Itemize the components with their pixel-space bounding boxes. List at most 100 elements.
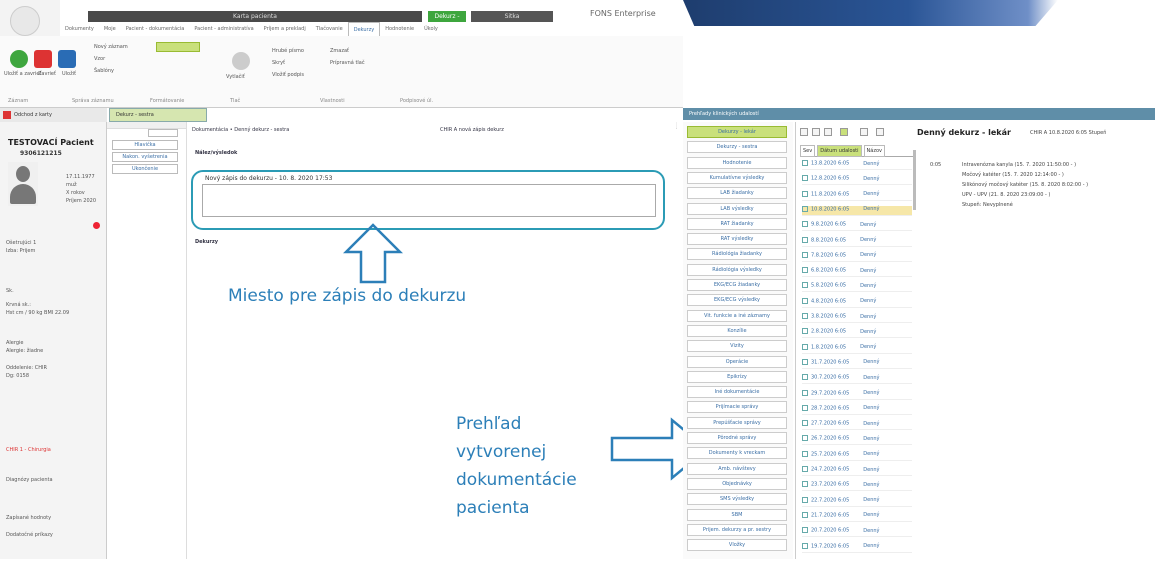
- event-category-item[interactable]: RAT žiadanky: [687, 217, 787, 230]
- event-category-item[interactable]: SMS výsledky: [687, 493, 787, 506]
- detail-title: Denný dekurz - lekár: [917, 128, 1011, 137]
- remove-button[interactable]: Zmazať: [330, 48, 349, 54]
- table-row[interactable]: 30.7.2020 6:05 Denný: [802, 374, 912, 385]
- tab-admission[interactable]: Príjem a prekladj: [259, 22, 311, 36]
- first-icon[interactable]: [800, 128, 808, 136]
- event-category-item[interactable]: LAB výsledky: [687, 202, 787, 215]
- context-tab-sitka[interactable]: Sitka: [471, 11, 553, 22]
- leave-card-button[interactable]: Odchod z karty: [0, 108, 107, 122]
- table-row[interactable]: 19.7.2020 6:05 Denný: [802, 542, 912, 553]
- table-row[interactable]: 2.8.2020 6:05 Denný: [802, 328, 912, 339]
- templates-button[interactable]: Šablóny: [94, 68, 114, 74]
- table-row[interactable]: 29.7.2020 6:05 Denný: [802, 389, 912, 400]
- bold-font-button[interactable]: Hrubé písmo: [272, 48, 304, 54]
- table-row[interactable]: 27.7.2020 6:05 Denný: [802, 420, 912, 431]
- table-row[interactable]: 28.7.2020 6:05 Denný: [802, 404, 912, 415]
- col-sev[interactable]: Sev: [800, 145, 816, 157]
- print-icon[interactable]: [232, 52, 250, 70]
- nav-end-button[interactable]: Ukončenie: [112, 164, 178, 174]
- tab-printing[interactable]: Tlačovanie: [311, 22, 348, 36]
- event-category-item[interactable]: Prijímacie správy: [687, 401, 787, 414]
- undo-button[interactable]: Vzor: [94, 56, 105, 62]
- table-row[interactable]: 4.8.2020 6:05 Denný: [802, 297, 912, 308]
- refresh-icon[interactable]: [860, 128, 868, 136]
- grid-scrollbar[interactable]: [913, 150, 916, 210]
- table-row[interactable]: 25.7.2020 6:05 Denný: [802, 450, 912, 461]
- insert-signature-button[interactable]: Vložiť podpis: [272, 72, 304, 78]
- event-category-item[interactable]: RAT výsledky: [687, 233, 787, 246]
- nav-header-button[interactable]: Hlavička: [112, 140, 178, 150]
- event-category-item[interactable]: Rádiológia žiadanky: [687, 248, 787, 261]
- close-button[interactable]: Zavrieť: [38, 71, 56, 77]
- highlight-toggle[interactable]: [156, 42, 200, 52]
- save-button[interactable]: Uložiť: [62, 71, 76, 77]
- tab-patient-doc[interactable]: Pacient - dokumentácia: [121, 22, 190, 36]
- table-row[interactable]: 6.8.2020 6:05 Denný: [802, 267, 912, 278]
- event-category-item[interactable]: Dokumenty k vreckam: [687, 447, 787, 460]
- table-row[interactable]: 24.7.2020 6:05 Denný: [802, 466, 912, 476]
- table-row[interactable]: 5.8.2020 6:05 Denný: [802, 282, 912, 293]
- event-category-item[interactable]: Vizity: [687, 340, 787, 353]
- table-row[interactable]: 12.8.2020 6:05 Denný: [802, 175, 912, 186]
- event-category-item[interactable]: LAB žiadanky: [687, 187, 787, 200]
- event-category-item[interactable]: Iné dokumentácie: [687, 386, 787, 399]
- table-row[interactable]: 8.8.2020 6:05 Denný: [802, 236, 912, 247]
- table-row[interactable]: 23.7.2020 6:05 Denný: [802, 481, 912, 492]
- table-row[interactable]: 3.8.2020 6:05 Denný: [802, 313, 912, 323]
- event-category-item[interactable]: SBM: [687, 508, 787, 521]
- new-record-button[interactable]: Nový záznam: [94, 44, 128, 50]
- save-icon[interactable]: [58, 50, 76, 68]
- decursus-text-input[interactable]: [202, 184, 656, 217]
- table-row[interactable]: 9.8.2020 6:05 Denný: [802, 221, 912, 232]
- event-category-item[interactable]: EKG/ECG výsledky: [687, 294, 787, 307]
- event-category-item[interactable]: Hodnotenie: [687, 156, 787, 169]
- event-category-item[interactable]: Konzílie: [687, 324, 787, 337]
- tab-patient-admin[interactable]: Pacient - administratíva: [189, 22, 258, 36]
- event-category-item[interactable]: Pôrodné správy: [687, 432, 787, 444]
- event-category-item[interactable]: Amb. návštevy: [687, 462, 787, 475]
- save-close-icon[interactable]: [10, 50, 28, 68]
- tab-moje[interactable]: Moje: [99, 22, 121, 36]
- save-close-button[interactable]: Uložiť a zavrieť: [4, 71, 41, 77]
- table-row[interactable]: 11.8.2020 6:05 Denný: [802, 190, 912, 201]
- col-date[interactable]: Dátum udalosti: [817, 145, 862, 157]
- tab-dokumenty[interactable]: Dokumenty: [60, 22, 99, 36]
- next-icon[interactable]: [824, 128, 832, 136]
- tab-hodnotenie[interactable]: Hodnotenie: [380, 22, 419, 36]
- event-category-item[interactable]: Dekurzy - sestra: [687, 141, 787, 154]
- event-category-item[interactable]: Vit. funkcie a iné záznamy: [687, 309, 787, 322]
- event-category-item[interactable]: Objednávky: [687, 477, 787, 490]
- tab-nurse-decursus[interactable]: Dekurz - sestra: [109, 108, 207, 122]
- table-row[interactable]: 26.7.2020 6:05 Denný: [802, 435, 912, 446]
- print-button[interactable]: Vytlačiť: [226, 74, 245, 80]
- table-row[interactable]: 21.7.2020 6:05 Denný: [802, 511, 912, 522]
- tab-ukoly[interactable]: Úkoly: [419, 22, 443, 36]
- table-row[interactable]: 13.8.2020 6:05 Denný: [802, 160, 912, 170]
- prev-icon[interactable]: [812, 128, 820, 136]
- event-category-item[interactable]: Prijem. dekurzy a pr. sestry: [687, 523, 787, 536]
- context-tab-nurse-decursus[interactable]: Dekurz - sestra: [428, 11, 466, 31]
- context-tab-patient-card[interactable]: Karta pacienta: [88, 11, 422, 22]
- event-category-item[interactable]: Dekurzy - lekár: [687, 126, 787, 138]
- table-row[interactable]: 7.8.2020 6:05 Denný: [802, 251, 912, 262]
- event-category-item[interactable]: Operácie: [687, 355, 787, 368]
- table-row[interactable]: 1.8.2020 6:05 Denný: [802, 343, 912, 354]
- nav-final-exam-button[interactable]: Nakon. vyšetrenia: [112, 152, 178, 162]
- event-category-item[interactable]: EKG/ECG žiadanky: [687, 279, 787, 291]
- tab-dekurzy[interactable]: Dekurzy: [347, 21, 381, 37]
- col-name[interactable]: Názov: [863, 145, 885, 157]
- hide-button[interactable]: Skryť: [272, 60, 285, 66]
- preview-print-button[interactable]: Prípravná tlač: [330, 60, 365, 66]
- table-row[interactable]: 31.7.2020 6:05 Denný: [802, 358, 912, 369]
- table-row[interactable]: 22.7.2020 6:05 Denný: [802, 496, 912, 507]
- table-row[interactable]: 10.8.2020 6:05 Denný: [802, 205, 912, 216]
- event-category-item[interactable]: Vložky: [687, 539, 787, 552]
- settings-icon[interactable]: [876, 128, 884, 136]
- event-category-item[interactable]: Kumulatívne výsledky: [687, 171, 787, 184]
- close-icon[interactable]: [34, 50, 52, 68]
- event-category-item[interactable]: Epikrízy: [687, 370, 787, 383]
- table-row[interactable]: 20.7.2020 6:05 Denný: [802, 527, 912, 538]
- event-category-item[interactable]: Rádiológia výsledky: [687, 263, 787, 276]
- filter-icon[interactable]: [840, 128, 848, 136]
- event-category-item[interactable]: Prepúšťacie správy: [687, 416, 787, 429]
